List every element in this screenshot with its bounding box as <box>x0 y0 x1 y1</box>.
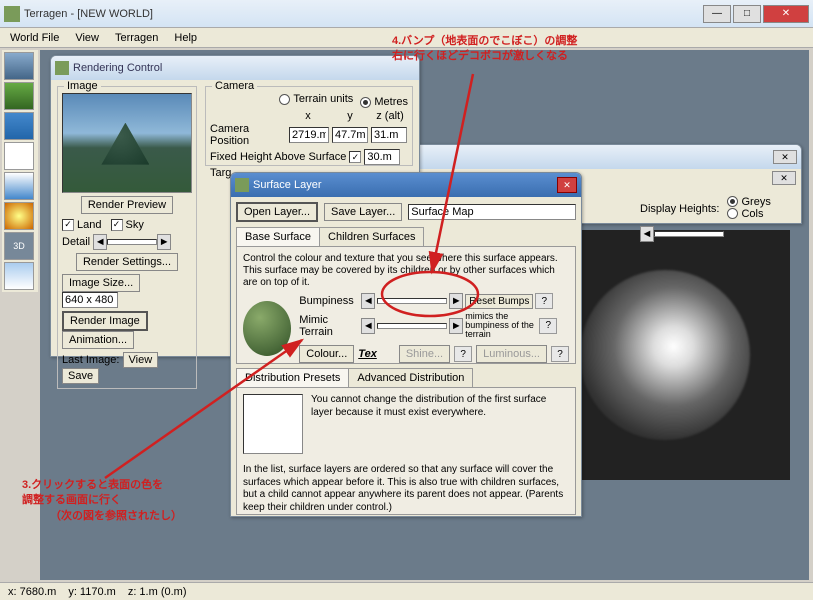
save-layer-button[interactable]: Save Layer... <box>324 203 402 221</box>
dist-desc2: In the list, surface layers are ordered … <box>243 464 569 514</box>
tool-palette: 3D <box>2 50 38 292</box>
bump-left[interactable]: ◄ <box>361 293 375 309</box>
cam-x[interactable] <box>289 127 329 143</box>
status-y: y: 1170.m <box>68 586 116 598</box>
dist-desc1: You cannot change the distribution of th… <box>311 394 569 454</box>
bump-help[interactable]: ? <box>535 293 553 309</box>
last-save-button[interactable]: Save <box>62 368 99 384</box>
land-checkbox[interactable]: ✓Land <box>62 219 101 231</box>
surface-window-close[interactable]: ✕ <box>557 177 577 193</box>
menu-view[interactable]: View <box>69 30 105 46</box>
menu-terragen[interactable]: Terragen <box>109 30 164 46</box>
texture-preview <box>243 301 291 356</box>
display-heights-group: ✕ Display Heights: Greys Cols ◄ <box>640 195 771 242</box>
detail-slider[interactable] <box>107 239 157 245</box>
height-slider[interactable] <box>654 231 724 237</box>
camera-fieldset: Camera Terrain units Metres x y z (alt) … <box>205 86 413 166</box>
landscape-window-close[interactable]: ✕ <box>773 150 797 164</box>
slider-left-icon[interactable]: ◄ <box>640 226 654 242</box>
rendering-window-title: Rendering Control <box>73 62 415 74</box>
minimize-button[interactable]: — <box>703 5 731 23</box>
sky-checkbox[interactable]: ✓Sky <box>111 219 144 231</box>
image-size-value[interactable] <box>62 292 118 308</box>
tool-sky-icon[interactable] <box>4 142 34 170</box>
luminous-button[interactable]: Luminous... <box>476 345 547 363</box>
detail-left[interactable]: ◄ <box>93 234 107 250</box>
surface-map-field[interactable] <box>408 204 576 220</box>
render-preview-button[interactable]: Render Preview <box>81 196 173 214</box>
reset-bumps-button[interactable]: Reset Bumps <box>465 294 533 309</box>
app-icon <box>4 6 20 22</box>
close-button[interactable]: ✕ <box>763 5 809 23</box>
mimic-left[interactable]: ◄ <box>361 318 375 334</box>
cam-y[interactable] <box>332 127 368 143</box>
display-heights-label: Display Heights: <box>640 203 719 215</box>
radio-greys[interactable]: Greys <box>727 196 770 208</box>
tab-adv-dist[interactable]: Advanced Distribution <box>348 368 473 387</box>
status-x: x: 7680.m <box>8 586 56 598</box>
radio-cols[interactable]: Cols <box>727 208 763 220</box>
tool-mountain-icon[interactable] <box>4 82 34 110</box>
tool-sun-icon[interactable] <box>4 202 34 230</box>
surface-layer-window: Surface Layer ✕ Open Layer... Save Layer… <box>230 172 582 517</box>
tab-children-surfaces[interactable]: Children Surfaces <box>319 227 424 246</box>
tool-cloud-icon[interactable] <box>4 262 34 290</box>
image-size-button[interactable]: Image Size... <box>62 274 140 292</box>
animation-button[interactable]: Animation... <box>62 331 134 349</box>
tex-link[interactable]: Tex <box>358 348 377 360</box>
bump-right[interactable]: ► <box>449 293 463 309</box>
tool-gradient-icon[interactable] <box>4 172 34 200</box>
distribution-panel: You cannot change the distribution of th… <box>236 387 576 515</box>
dist-preview <box>243 394 303 454</box>
base-surface-panel: Control the colour and texture that you … <box>236 246 576 364</box>
colour-button[interactable]: Colour... <box>299 345 354 363</box>
surface-window-icon <box>235 178 249 192</box>
tool-water-icon[interactable] <box>4 112 34 140</box>
surface-window-title: Surface Layer <box>253 179 553 191</box>
mimic-right[interactable]: ► <box>449 318 463 334</box>
mimic-slider[interactable] <box>377 323 447 329</box>
app-titlebar: Terragen - [NEW WORLD] — □ ✕ <box>0 0 813 28</box>
tab-dist-presets[interactable]: Distribution Presets <box>236 368 349 387</box>
fixed-height-check[interactable]: ✓ <box>349 151 361 163</box>
preview-image <box>62 93 192 193</box>
shine-button[interactable]: Shine... <box>399 345 450 363</box>
render-settings-button[interactable]: Render Settings... <box>76 253 178 271</box>
tool-landscape-icon[interactable] <box>4 52 34 80</box>
base-desc: Control the colour and texture that you … <box>243 253 569 289</box>
image-fieldset: Image Render Preview ✓Land ✓Sky Detail ◄… <box>57 86 197 389</box>
radio-metres[interactable]: Metres <box>360 96 408 108</box>
lum-help[interactable]: ? <box>551 346 569 362</box>
shine-help[interactable]: ? <box>454 346 472 362</box>
open-layer-button[interactable]: Open Layer... <box>236 202 318 222</box>
bumpiness-slider[interactable] <box>377 298 447 304</box>
heightmap-blob <box>580 270 750 440</box>
menu-help[interactable]: Help <box>168 30 203 46</box>
status-z: z: 1.m (0.m) <box>128 586 187 598</box>
radio-terrain-units[interactable]: Terrain units <box>279 93 353 105</box>
cam-z[interactable] <box>371 127 407 143</box>
render-image-button[interactable]: Render Image <box>62 311 148 331</box>
tool-3d-icon[interactable]: 3D <box>4 232 34 260</box>
mimic-help[interactable]: ? <box>539 318 557 334</box>
fixed-height-val[interactable] <box>364 149 400 165</box>
maximize-button[interactable]: □ <box>733 5 761 23</box>
last-view-button[interactable]: View <box>123 352 159 368</box>
detail-right[interactable]: ► <box>157 234 171 250</box>
landscape-close2[interactable]: ✕ <box>772 171 796 185</box>
menu-worldfile[interactable]: World File <box>4 30 65 46</box>
app-title: Terragen - [NEW WORLD] <box>24 8 703 20</box>
status-bar: x: 7680.m y: 1170.m z: 1.m (0.m) <box>0 582 813 600</box>
tab-base-surface[interactable]: Base Surface <box>236 227 320 246</box>
menubar: World File View Terragen Help <box>0 28 813 48</box>
rendering-window-icon <box>55 61 69 75</box>
